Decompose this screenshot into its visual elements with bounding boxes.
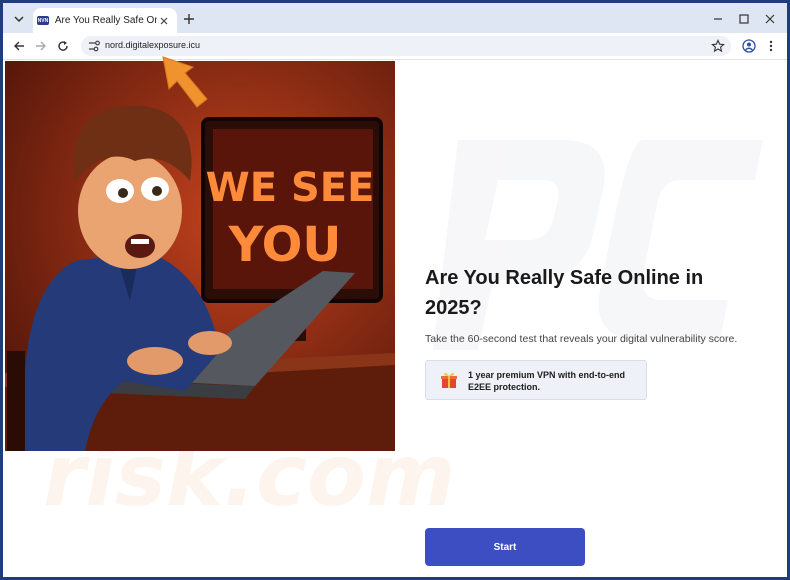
page-content: risk.com WE SEE YOU Are You Really Safe … <box>3 60 787 577</box>
promo-box: 1 year premium VPN with end-to-end E2EE … <box>425 360 647 400</box>
monitor-text-line2: YOU <box>228 217 342 273</box>
address-bar[interactable]: nord.digitalexposure.icu <box>81 36 731 56</box>
reload-icon[interactable] <box>55 38 71 54</box>
page-subtitle: Take the 60-second test that reveals you… <box>425 333 738 345</box>
site-info-icon[interactable] <box>87 39 101 53</box>
tab-title: Are You Really Safe Online in 2025? <box>54 15 158 26</box>
forward-icon[interactable] <box>33 38 49 54</box>
tab-bar: NVN Are You Really Safe Online in 2025? <box>3 3 787 33</box>
page-title: Are You Really Safe Online in 2025? <box>425 267 704 319</box>
browser-toolbar: nord.digitalexposure.icu <box>3 33 787 60</box>
minimize-icon[interactable] <box>711 12 725 26</box>
back-icon[interactable] <box>11 38 27 54</box>
hero-illustration: WE SEE YOU <box>5 61 395 451</box>
monitor-text-line1: WE SEE <box>206 165 375 211</box>
gift-icon <box>441 372 457 388</box>
close-icon[interactable] <box>157 14 171 28</box>
maximize-icon[interactable] <box>737 12 751 26</box>
plus-icon[interactable] <box>181 11 197 27</box>
promo-text: 1 year premium VPN with end-to-end E2EE … <box>468 370 626 392</box>
menu-icon[interactable] <box>763 38 779 54</box>
star-icon[interactable] <box>711 39 725 53</box>
url-text[interactable]: nord.digitalexposure.icu <box>105 40 200 50</box>
browser-window: NVN Are You Really Safe Online in 2025? <box>0 0 790 580</box>
profile-icon[interactable] <box>741 38 757 54</box>
favicon: NVN <box>37 16 49 25</box>
tab-list-icon[interactable] <box>9 10 29 28</box>
close-window-icon[interactable] <box>763 12 777 26</box>
start-button[interactable]: Start <box>425 528 585 566</box>
annotation-arrow <box>162 56 208 108</box>
browser-tab[interactable]: NVN Are You Really Safe Online in 2025? <box>33 8 177 33</box>
